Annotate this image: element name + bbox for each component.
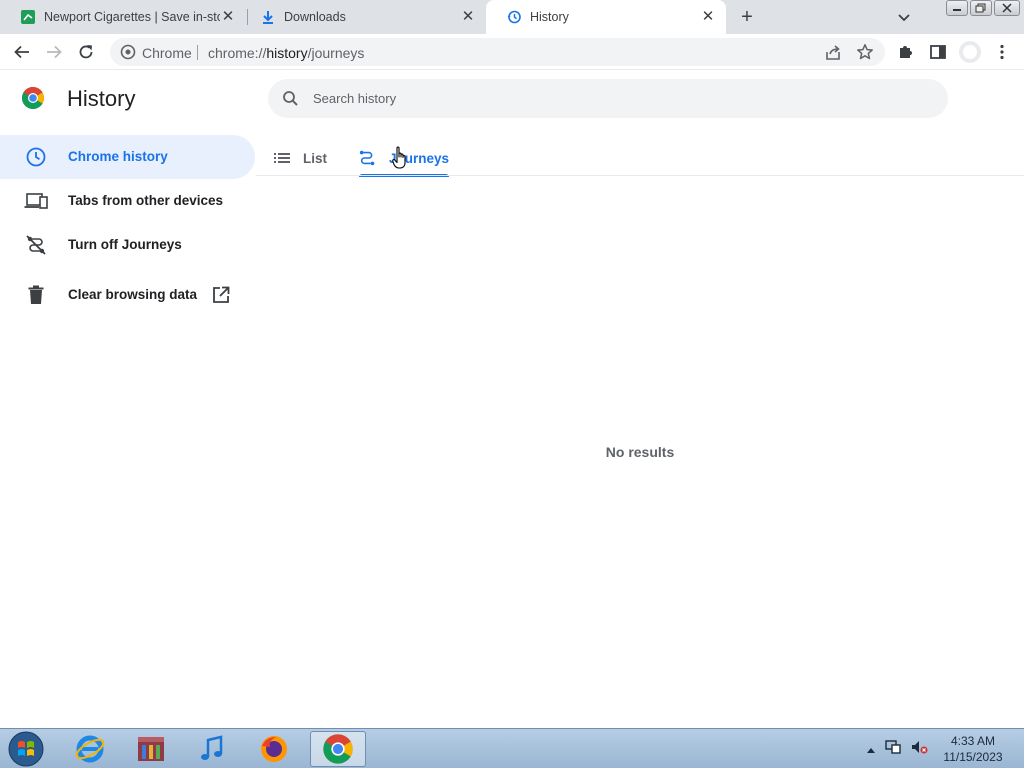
search-icon: [282, 90, 299, 107]
reload-icon: [79, 45, 93, 59]
open-in-new-icon[interactable]: [212, 286, 230, 304]
devices-icon: [24, 190, 48, 212]
clock-time: 4:33 AM: [950, 734, 996, 748]
forward-arrow-icon: [47, 45, 62, 59]
network-icon[interactable]: [884, 739, 902, 760]
omnibox-divider: [197, 45, 198, 60]
tab-strip: Newport Cigarettes | Save in-sto ✕ Downl…: [0, 0, 1024, 34]
sidebar-item-chrome-history[interactable]: Chrome history: [0, 135, 255, 179]
url-text: chrome://history/journeys: [208, 45, 365, 61]
new-tab-button[interactable]: +: [736, 6, 758, 28]
internet-explorer-icon[interactable]: [66, 731, 114, 767]
sidebar-item-label: Turn off Journeys: [68, 237, 182, 252]
download-icon: [260, 9, 276, 25]
browser-tab-downloads[interactable]: Downloads ✕: [240, 0, 486, 34]
tab-title: Newport Cigarettes | Save in-sto: [44, 10, 220, 24]
sidebar-item-label: Clear browsing data: [68, 287, 198, 302]
clock-icon: [24, 146, 48, 168]
firefox-icon[interactable]: [250, 731, 298, 767]
page-title: History: [67, 86, 136, 111]
volume-muted-icon[interactable]: [910, 739, 928, 760]
share-icon[interactable]: [824, 44, 842, 62]
sidebar-item-label: Tabs from other devices: [68, 193, 224, 208]
sidebar-item-label: Chrome history: [68, 149, 168, 164]
tab-title: Downloads: [284, 10, 346, 24]
side-panel-icon[interactable]: [929, 43, 947, 61]
browser-tab-newport[interactable]: Newport Cigarettes | Save in-sto ✕: [0, 0, 246, 34]
archive-app-icon[interactable]: [127, 731, 175, 767]
close-window-button[interactable]: [994, 0, 1020, 16]
list-icon: [273, 149, 291, 167]
sidebar-item-tabs-other-devices[interactable]: Tabs from other devices: [0, 179, 255, 223]
tabs-divider: [256, 175, 1024, 176]
close-tab-icon[interactable]: ✕: [220, 9, 236, 25]
journeys-icon: [359, 149, 377, 167]
tab-list[interactable]: List: [273, 140, 327, 176]
itunes-icon[interactable]: [188, 731, 236, 767]
journeys-off-icon: [24, 234, 48, 256]
show-hidden-icons-icon[interactable]: [866, 741, 876, 759]
bookmark-star-icon[interactable]: [856, 43, 874, 61]
system-clock[interactable]: 4:33 AM 11/15/2023: [938, 733, 1008, 765]
chrome-menu-icon[interactable]: [993, 43, 1011, 61]
empty-state-message: No results: [605, 444, 675, 460]
window-controls: [946, 0, 1020, 18]
trash-icon: [24, 284, 48, 306]
chrome-site-icon[interactable]: [120, 44, 136, 60]
start-button[interactable]: [6, 730, 46, 768]
restore-button[interactable]: [970, 0, 992, 16]
tab-label: List: [303, 150, 328, 166]
back-button[interactable]: [12, 42, 32, 62]
minimize-button[interactable]: [946, 0, 968, 16]
site-label: Chrome: [142, 45, 192, 61]
forward-button[interactable]: [44, 42, 64, 62]
chrome-logo-icon: [21, 86, 45, 110]
hand-cursor-icon: [392, 146, 410, 170]
sidebar-item-turn-off-journeys[interactable]: Turn off Journeys: [0, 223, 255, 267]
reload-button[interactable]: [76, 42, 96, 62]
chrome-taskbar-icon[interactable]: [310, 731, 366, 767]
browser-tab-history[interactable]: History ✕: [486, 0, 726, 34]
extensions-puzzle-icon[interactable]: [897, 43, 915, 61]
clock-date: 11/15/2023: [943, 750, 1003, 764]
browser-toolbar: Chrome chrome://history/journeys: [0, 34, 1024, 70]
tab-title: History: [530, 10, 569, 24]
newport-favicon: [20, 9, 36, 25]
system-tray: [866, 739, 928, 760]
history-icon: [506, 9, 522, 25]
profile-avatar-icon[interactable]: [958, 40, 982, 64]
windows-taskbar: 4:33 AM 11/15/2023: [0, 728, 1024, 768]
history-search-box[interactable]: [268, 79, 948, 118]
close-tab-icon[interactable]: ✕: [700, 9, 716, 25]
address-bar[interactable]: Chrome chrome://history/journeys: [110, 38, 885, 66]
close-tab-icon[interactable]: ✕: [460, 9, 476, 25]
search-input[interactable]: [313, 88, 913, 108]
tab-search-chevron-icon[interactable]: [896, 9, 912, 25]
back-arrow-icon: [14, 45, 29, 59]
